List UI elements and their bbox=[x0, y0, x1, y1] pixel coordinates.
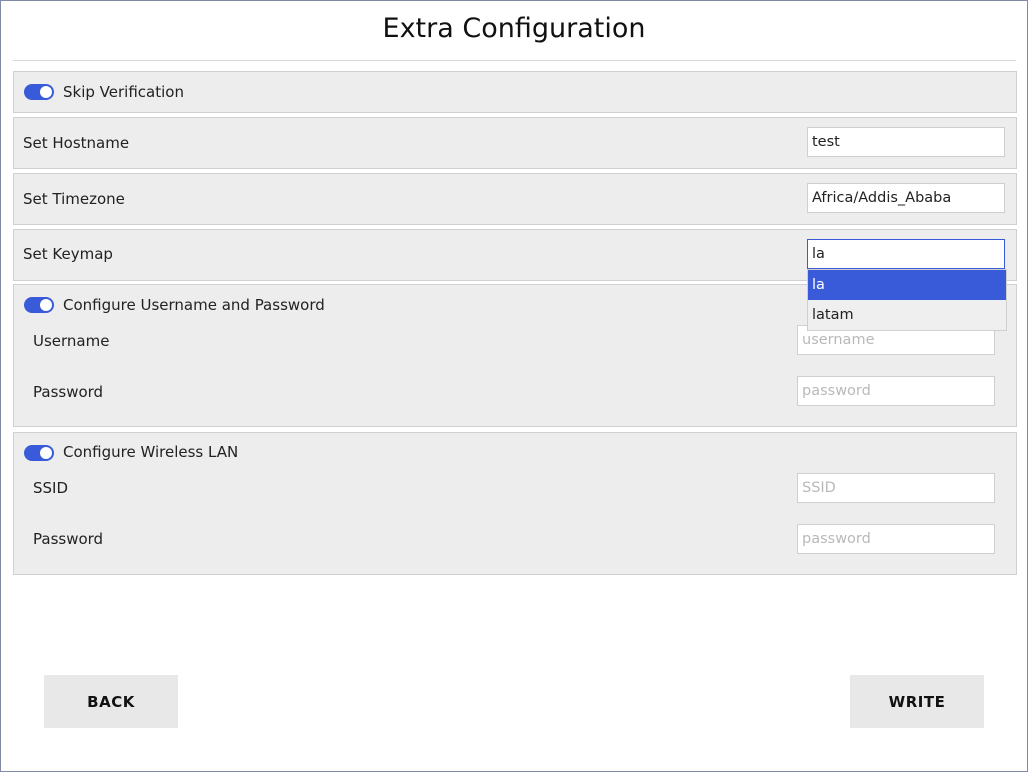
toggle-knob bbox=[40, 86, 52, 98]
ssid-input[interactable] bbox=[797, 473, 995, 503]
keymap-option-latam[interactable]: latam bbox=[808, 300, 1006, 330]
skip-verification-label: Skip Verification bbox=[63, 83, 184, 101]
title-divider bbox=[13, 60, 1016, 61]
timezone-label: Set Timezone bbox=[23, 190, 125, 208]
wlan-password-label: Password bbox=[33, 530, 104, 548]
keymap-input[interactable] bbox=[807, 239, 1005, 269]
write-button[interactable]: WRITE bbox=[850, 675, 984, 728]
app-window: Extra Configuration Skip Verification Se… bbox=[0, 0, 1028, 772]
username-label: Username bbox=[33, 332, 110, 350]
skip-verification-toggle[interactable] bbox=[24, 84, 54, 100]
timezone-row: Set Timezone bbox=[13, 173, 1017, 225]
user-config-label: Configure Username and Password bbox=[63, 296, 325, 314]
user-password-label: Password bbox=[33, 383, 104, 401]
hostname-input[interactable] bbox=[807, 127, 1005, 157]
timezone-input[interactable] bbox=[807, 183, 1005, 213]
keymap-option-la[interactable]: la bbox=[808, 270, 1006, 300]
keymap-label: Set Keymap bbox=[23, 245, 113, 263]
ssid-label: SSID bbox=[33, 479, 69, 497]
user-config-toggle[interactable] bbox=[24, 297, 54, 313]
wlan-config-toggle[interactable] bbox=[24, 445, 54, 461]
keymap-dropdown: la latam bbox=[807, 269, 1007, 331]
toggle-knob bbox=[40, 299, 52, 311]
wlan-config-label: Configure Wireless LAN bbox=[63, 443, 239, 461]
wlan-config-section: Configure Wireless LAN SSID Password bbox=[13, 432, 1017, 575]
back-button[interactable]: BACK bbox=[44, 675, 178, 728]
toggle-knob bbox=[40, 447, 52, 459]
skip-verification-row: Skip Verification bbox=[13, 71, 1017, 113]
hostname-row: Set Hostname bbox=[13, 117, 1017, 169]
page-title: Extra Configuration bbox=[382, 13, 646, 44]
hostname-label: Set Hostname bbox=[23, 134, 130, 152]
user-password-input[interactable] bbox=[797, 376, 995, 406]
wlan-password-input[interactable] bbox=[797, 524, 995, 554]
